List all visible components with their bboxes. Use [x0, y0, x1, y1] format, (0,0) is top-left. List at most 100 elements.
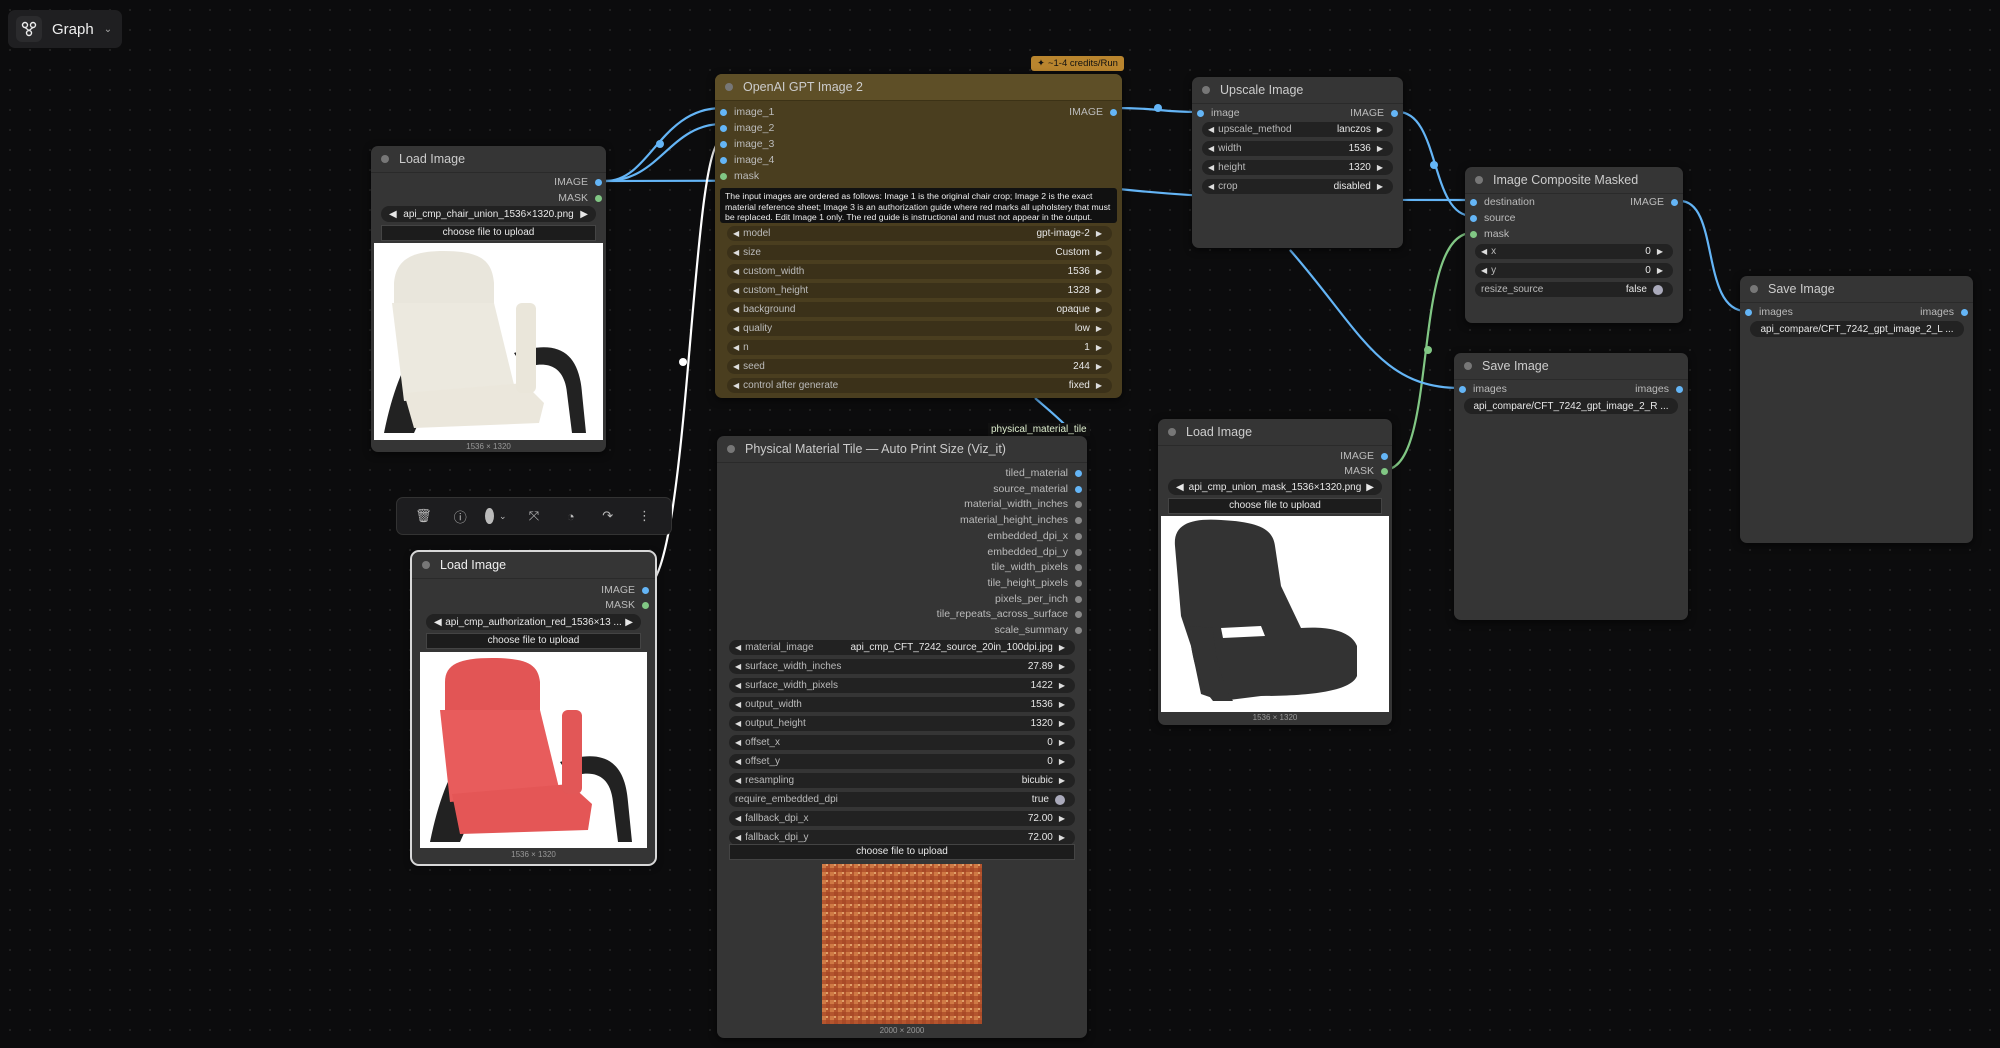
- output-material-width-inches[interactable]: material_width_inches: [964, 498, 1082, 512]
- increment-arrow-icon[interactable]: ▶: [1059, 681, 1065, 690]
- widget-surface-width-pixels[interactable]: ◀ surface_width_pixels 1422 ▶: [729, 678, 1075, 693]
- widget-surface-width-inches[interactable]: ◀ surface_width_inches 27.89 ▶: [729, 659, 1075, 674]
- node-selection-toolbar[interactable]: 🗑 ⓘ ⌄ ⤧ ◔ ↷ ⋮: [396, 497, 672, 535]
- increment-arrow-icon[interactable]: ▶: [1059, 700, 1065, 709]
- decrement-arrow-icon[interactable]: ◀: [1208, 182, 1214, 191]
- input-source[interactable]: source: [1470, 212, 1516, 226]
- trash-icon[interactable]: 🗑: [411, 504, 435, 528]
- filename-prefix-field[interactable]: api_compare/CFT_7242_gpt_image_2_R ...: [1464, 398, 1678, 414]
- input-images[interactable]: images: [1745, 306, 1793, 320]
- widget-quality[interactable]: ◀ quality low ▶: [727, 321, 1112, 336]
- input-mask[interactable]: mask: [720, 170, 759, 184]
- widget-fallback-dpi-y[interactable]: ◀ fallback_dpi_y 72.00 ▶: [729, 830, 1075, 845]
- output-images[interactable]: images: [1635, 383, 1683, 397]
- collapse-dot-icon[interactable]: [725, 83, 733, 91]
- decrement-arrow-icon[interactable]: ◀: [733, 381, 739, 390]
- decrement-arrow-icon[interactable]: ◀: [733, 267, 739, 276]
- output-tile-height-pixels[interactable]: tile_height_pixels: [987, 577, 1082, 591]
- load-image-node-3[interactable]: Load Image IMAGE MASK ◀ api_cmp_union_mas…: [1158, 419, 1392, 725]
- image-file-select[interactable]: ◀ api_cmp_union_mask_1536×1320.png ▶: [1168, 479, 1382, 495]
- output-mask[interactable]: MASK: [605, 599, 649, 613]
- gpt-image-node[interactable]: OpenAI GPT Image 2 image_1 image_2 image…: [715, 74, 1122, 398]
- node-header[interactable]: Save Image: [1740, 276, 1973, 303]
- more-icon[interactable]: ⋮: [632, 504, 656, 528]
- widget-custom-width[interactable]: ◀ custom_width 1536 ▶: [727, 264, 1112, 279]
- output-tile-width-pixels[interactable]: tile_width_pixels: [992, 561, 1082, 575]
- decrement-arrow-icon[interactable]: ◀: [733, 229, 739, 238]
- widget-require-embedded-dpi[interactable]: require_embedded_dpi true: [729, 792, 1075, 807]
- widget-offset-x[interactable]: ◀ offset_x 0 ▶: [729, 735, 1075, 750]
- input-image-2[interactable]: image_2: [720, 122, 774, 136]
- prompt-textarea[interactable]: The input images are ordered as follows:…: [720, 188, 1117, 223]
- save-image-node-1[interactable]: Save Image images images api_compare/CFT…: [1454, 353, 1688, 620]
- output-embedded-dpi-x[interactable]: embedded_dpi_x: [987, 530, 1082, 544]
- decrement-arrow-icon[interactable]: ◀: [735, 681, 741, 690]
- increment-arrow-icon[interactable]: ▶: [1096, 381, 1102, 390]
- node-header[interactable]: OpenAI GPT Image 2: [715, 74, 1122, 101]
- upscale-image-node[interactable]: Upscale Image image IMAGE ◀ upscale_metho…: [1192, 77, 1403, 248]
- increment-arrow-icon[interactable]: ▶: [1096, 248, 1102, 257]
- increment-arrow-icon[interactable]: ▶: [1059, 643, 1065, 652]
- output-source-material[interactable]: source_material: [993, 483, 1082, 497]
- node-header[interactable]: Upscale Image: [1192, 77, 1403, 104]
- input-image[interactable]: image: [1197, 107, 1240, 121]
- widget-size[interactable]: ◀ size Custom ▶: [727, 245, 1112, 260]
- decrement-arrow-icon[interactable]: ◀: [1481, 247, 1487, 256]
- increment-arrow-icon[interactable]: ▶: [1377, 182, 1383, 191]
- decrement-arrow-icon[interactable]: ◀: [733, 343, 739, 352]
- input-destination[interactable]: destination: [1470, 196, 1535, 210]
- upload-button[interactable]: choose file to upload: [426, 633, 641, 649]
- increment-arrow-icon[interactable]: ▶: [1377, 144, 1383, 153]
- image-file-select[interactable]: ◀ api_cmp_authorization_red_1536×13 ... ▶: [426, 614, 641, 630]
- increment-arrow-icon[interactable]: ▶: [1377, 125, 1383, 134]
- increment-arrow-icon[interactable]: ▶: [1096, 305, 1102, 314]
- increment-arrow-icon[interactable]: ▶: [1059, 814, 1065, 823]
- load-image-node-1[interactable]: Load Image IMAGE MASK ◀ api_cmp_chair_uni…: [371, 146, 606, 452]
- widget-model[interactable]: ◀ model gpt-image-2 ▶: [727, 226, 1112, 241]
- upload-button[interactable]: choose file to upload: [381, 225, 596, 241]
- increment-arrow-icon[interactable]: ▶: [1377, 163, 1383, 172]
- output-image[interactable]: IMAGE: [1340, 450, 1388, 464]
- decrement-arrow-icon[interactable]: ◀: [733, 286, 739, 295]
- load-image-node-2[interactable]: Load Image IMAGE MASK ◀ api_cmp_authoriza…: [410, 550, 657, 866]
- upload-button[interactable]: choose file to upload: [729, 844, 1075, 860]
- widget-fallback-dpi-x[interactable]: ◀ fallback_dpi_x 72.00 ▶: [729, 811, 1075, 826]
- increment-arrow-icon[interactable]: ▶: [1657, 247, 1663, 256]
- node-header[interactable]: Load Image: [412, 552, 655, 579]
- widget-width[interactable]: ◀ width 1536 ▶: [1202, 141, 1393, 156]
- toggle-switch[interactable]: [1055, 794, 1065, 805]
- decrement-arrow-icon[interactable]: ◀: [733, 248, 739, 257]
- increment-arrow-icon[interactable]: ▶: [1096, 267, 1102, 276]
- widget-x[interactable]: ◀ x 0 ▶: [1475, 244, 1673, 259]
- widget-height[interactable]: ◀ height 1320 ▶: [1202, 160, 1393, 175]
- input-image-4[interactable]: image_4: [720, 154, 774, 168]
- output-image[interactable]: IMAGE: [1069, 106, 1117, 120]
- node-header[interactable]: Physical Material Tile — Auto Print Size…: [717, 436, 1087, 463]
- output-tiled-material[interactable]: tiled_material: [1006, 467, 1082, 481]
- widget-material-image[interactable]: ◀ material_image api_cmp_CFT_7242_source_2…: [729, 640, 1075, 655]
- increment-arrow-icon[interactable]: ▶: [1096, 343, 1102, 352]
- increment-arrow-icon[interactable]: ▶: [1096, 324, 1102, 333]
- widget-custom-height[interactable]: ◀ custom_height 1328 ▶: [727, 283, 1112, 298]
- increment-arrow-icon[interactable]: ▶: [1059, 757, 1065, 766]
- widget-upscale-method[interactable]: ◀ upscale_method lanczos ▶: [1202, 122, 1393, 137]
- output-images[interactable]: images: [1920, 306, 1968, 320]
- output-mask[interactable]: MASK: [1344, 465, 1388, 479]
- color-dot-icon[interactable]: ⌄: [485, 504, 509, 528]
- collapse-icon[interactable]: ⤧: [522, 504, 546, 528]
- decrement-arrow-icon[interactable]: ◀: [733, 362, 739, 371]
- input-mask[interactable]: mask: [1470, 228, 1509, 242]
- output-image[interactable]: IMAGE: [1350, 107, 1398, 121]
- decrement-arrow-icon[interactable]: ◀: [735, 700, 741, 709]
- output-image[interactable]: IMAGE: [1630, 196, 1678, 210]
- input-images[interactable]: images: [1459, 383, 1507, 397]
- increment-arrow-icon[interactable]: ▶: [1059, 719, 1065, 728]
- output-image[interactable]: IMAGE: [601, 584, 649, 598]
- increment-arrow-icon[interactable]: ▶: [1096, 229, 1102, 238]
- decrement-arrow-icon[interactable]: ◀: [735, 814, 741, 823]
- graph-menu-button[interactable]: Graph ⌄: [8, 10, 122, 48]
- redo-icon[interactable]: ↷: [596, 504, 620, 528]
- decrement-arrow-icon[interactable]: ◀: [735, 719, 741, 728]
- save-image-node-2[interactable]: Save Image images images api_compare/CFT…: [1740, 276, 1973, 543]
- output-pixels-per-inch[interactable]: pixels_per_inch: [995, 593, 1082, 607]
